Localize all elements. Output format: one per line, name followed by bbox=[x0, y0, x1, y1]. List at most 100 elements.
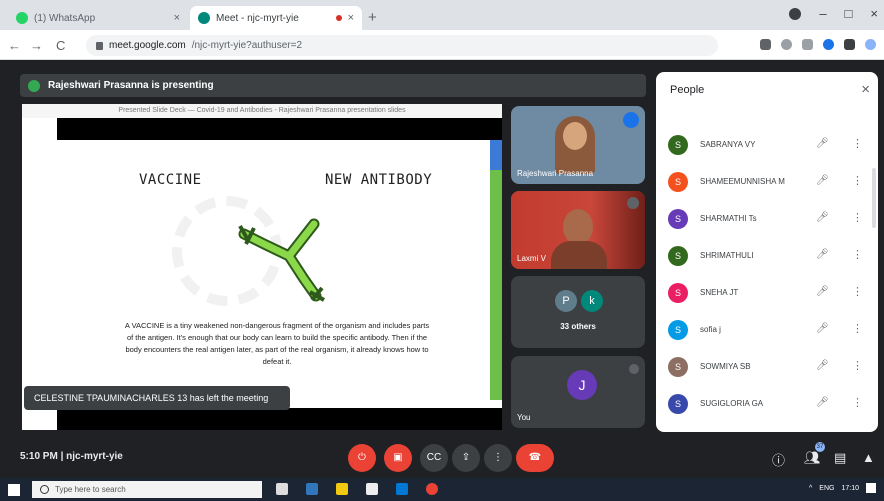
video-face bbox=[563, 209, 593, 245]
slide-accent-green bbox=[490, 170, 502, 400]
new-tab-button[interactable]: + bbox=[368, 9, 377, 26]
avatar: S bbox=[668, 283, 688, 303]
mic-muted-icon[interactable]: 🎤︎ bbox=[816, 138, 829, 149]
more-options-icon[interactable]: ⋮ bbox=[852, 285, 863, 298]
more-options-button[interactable]: ⋮ bbox=[484, 444, 512, 472]
self-tile[interactable]: J You bbox=[511, 356, 645, 428]
more-options-icon[interactable]: ⋮ bbox=[852, 211, 863, 224]
participant-name: sofia j bbox=[700, 325, 721, 334]
chrome-icon[interactable] bbox=[426, 483, 438, 495]
captions-button[interactable]: CC bbox=[420, 444, 448, 472]
self-label: You bbox=[517, 413, 531, 422]
mic-muted-icon[interactable]: 🎤︎ bbox=[816, 175, 829, 186]
tab-close-icon[interactable]: × bbox=[174, 12, 180, 24]
participant-row[interactable]: S SHRIMATHULI 🎤︎ ⋮ bbox=[656, 239, 878, 273]
others-tile[interactable]: P k 33 others bbox=[511, 276, 645, 348]
clock[interactable]: 17:10 bbox=[841, 485, 859, 492]
info-icon[interactable]: ⓘ bbox=[772, 450, 785, 469]
system-tray: ^ ENG 17:10 bbox=[809, 483, 876, 493]
notification-icon[interactable] bbox=[866, 483, 876, 493]
mic-muted-icon[interactable]: 🎤︎ bbox=[816, 397, 829, 408]
participant-row[interactable]: S SHAMEEMUNNISHA M 🎤︎ ⋮ bbox=[656, 165, 878, 199]
back-button[interactable]: ← bbox=[8, 38, 21, 53]
camera-permission-icon[interactable] bbox=[760, 39, 771, 50]
participant-row[interactable]: S SNEHA JT 🎤︎ ⋮ bbox=[656, 276, 878, 310]
puzzle-icon[interactable] bbox=[844, 39, 855, 50]
tab-close-icon[interactable]: × bbox=[348, 12, 354, 24]
more-options-icon[interactable]: ⋮ bbox=[852, 137, 863, 150]
meeting-control-bar: 5:10 PM | njc-myrt-yie ⏻ ▣ CC ⇪ ⋮ ☎ ⓘ 👥︎… bbox=[0, 438, 884, 478]
more-options-icon[interactable] bbox=[629, 364, 639, 374]
more-options-icon[interactable] bbox=[627, 197, 639, 209]
participant-row[interactable]: S SABRANYA VY 🎤︎ ⋮ bbox=[656, 128, 878, 162]
hangup-button[interactable]: ☎ bbox=[516, 444, 554, 472]
participant-tile[interactable]: Laxmi V bbox=[511, 191, 645, 269]
taskbar-search-input[interactable]: Type here to search bbox=[32, 481, 262, 498]
people-panel: People × S SABRANYA VY 🎤︎ ⋮ S SHAMEEMUNNISHA … bbox=[656, 72, 878, 432]
url-input[interactable]: meet.google.com /njc-myrt-yie?authuser=2 bbox=[86, 35, 718, 56]
panel-title: People bbox=[670, 84, 705, 96]
zoom-icon[interactable] bbox=[781, 39, 792, 50]
search-placeholder: Type here to search bbox=[55, 485, 126, 494]
avatar[interactable] bbox=[865, 39, 876, 50]
separator: | bbox=[60, 451, 64, 462]
task-view-icon[interactable] bbox=[276, 483, 288, 495]
extension-icons bbox=[760, 39, 876, 50]
mic-muted-icon[interactable]: 🎤︎ bbox=[816, 323, 829, 334]
language-indicator[interactable]: ENG bbox=[819, 485, 834, 492]
participant-row[interactable]: Ssofia j 🎤︎ ⋮ bbox=[656, 313, 878, 347]
reload-button[interactable]: C bbox=[56, 38, 65, 53]
activities-icon[interactable]: ▲ bbox=[862, 450, 875, 465]
bookmark-star-icon[interactable] bbox=[802, 39, 813, 50]
profile-icon[interactable] bbox=[789, 7, 802, 20]
close-window-button[interactable]: × bbox=[870, 6, 878, 21]
present-button[interactable]: ⇪ bbox=[452, 444, 480, 472]
extension-icon[interactable] bbox=[823, 39, 834, 50]
more-options-icon[interactable]: ⋮ bbox=[852, 322, 863, 335]
windows-start-icon[interactable] bbox=[8, 484, 20, 496]
chat-icon[interactable]: ▤ bbox=[834, 450, 846, 466]
participant-name: SABRANYA VY bbox=[700, 140, 756, 149]
people-icon[interactable]: 👥︎ bbox=[804, 450, 821, 466]
more-options-icon[interactable]: ⋮ bbox=[852, 359, 863, 372]
url-host: meet.google.com bbox=[109, 40, 186, 51]
edge-icon[interactable] bbox=[306, 483, 318, 495]
participant-count-badge: 37 bbox=[815, 442, 825, 452]
scrollbar[interactable] bbox=[872, 168, 876, 228]
participant-row[interactable]: S SOWMIYA SB 🎤︎ ⋮ bbox=[656, 350, 878, 384]
avatar: S bbox=[668, 135, 688, 155]
mail-icon[interactable] bbox=[396, 483, 408, 495]
tab-meet[interactable]: Meet - njc-myrt-yie × bbox=[190, 6, 362, 30]
more-options-icon[interactable]: ⋮ bbox=[852, 174, 863, 187]
speaking-icon bbox=[623, 112, 639, 128]
tab-whatsapp[interactable]: (1) WhatsApp × bbox=[8, 6, 188, 30]
more-options-icon[interactable]: ⋮ bbox=[852, 248, 863, 261]
mic-muted-icon[interactable]: 🎤︎ bbox=[816, 249, 829, 260]
store-icon[interactable] bbox=[366, 483, 378, 495]
presenter-avatar-icon bbox=[28, 79, 40, 92]
camera-toggle-button[interactable]: ▣ bbox=[384, 444, 412, 472]
mic-muted-icon[interactable]: 🎤︎ bbox=[816, 212, 829, 223]
participant-row[interactable]: S SUGIGLORIA GA 🎤︎ ⋮ bbox=[656, 387, 878, 421]
mic-muted-icon[interactable]: 🎤︎ bbox=[816, 286, 829, 297]
close-panel-button[interactable]: × bbox=[861, 81, 870, 98]
maximize-button[interactable]: □ bbox=[845, 6, 853, 21]
tray-chevron-icon[interactable]: ^ bbox=[809, 485, 812, 492]
mic-toggle-button[interactable]: ⏻ bbox=[348, 444, 376, 472]
participant-name: SHARMATHI Ts bbox=[700, 214, 757, 223]
slide-top-bar bbox=[57, 118, 502, 140]
avatar: S bbox=[668, 246, 688, 266]
participant-name: Laxmi V bbox=[517, 254, 546, 263]
participant-row[interactable]: S SHARMATHI Ts 🎤︎ ⋮ bbox=[656, 202, 878, 236]
slide-caption: Presented Slide Deck — Covid-19 and Anti… bbox=[22, 104, 502, 118]
slide-heading-vaccine: VACCINE bbox=[139, 172, 202, 188]
presenter-tile[interactable]: Rajeshwari Prasanna bbox=[511, 106, 645, 184]
participant-name: SOWMIYA SB bbox=[700, 362, 751, 371]
forward-button[interactable]: → bbox=[30, 38, 43, 53]
mic-muted-icon[interactable]: 🎤︎ bbox=[816, 360, 829, 371]
lock-icon bbox=[96, 41, 103, 50]
file-explorer-icon[interactable] bbox=[336, 483, 348, 495]
minimize-button[interactable]: – bbox=[819, 6, 826, 21]
avatar: S bbox=[668, 209, 688, 229]
more-options-icon[interactable]: ⋮ bbox=[852, 396, 863, 409]
